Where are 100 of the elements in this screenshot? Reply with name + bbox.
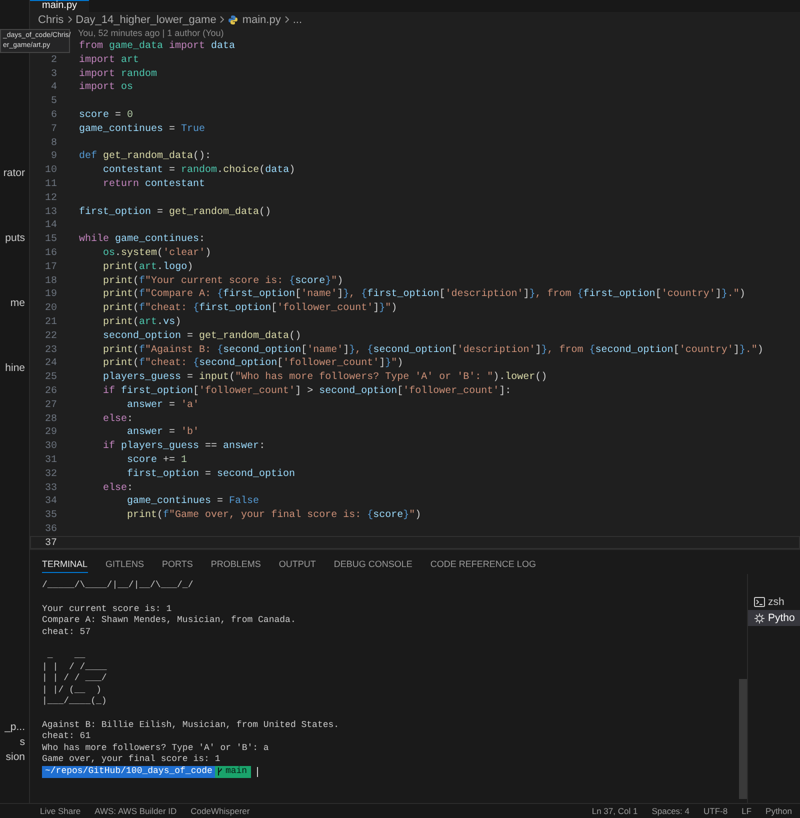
status-item[interactable]: Live Share bbox=[40, 806, 81, 816]
panel-tab[interactable]: PROBLEMS bbox=[210, 556, 261, 574]
file-item[interactable]: rator bbox=[3, 167, 25, 179]
line-number: 12 bbox=[44, 192, 58, 204]
code-line: print(f"Against B: {second_option['name']}, {second_option['description']}, from {second_option['country']}.") bbox=[102, 344, 764, 356]
line-number: 28 bbox=[44, 412, 58, 424]
chevron-icon bbox=[68, 16, 72, 23]
line-number: 17 bbox=[44, 260, 58, 273]
line-number: 7 bbox=[50, 122, 58, 135]
panel-tab[interactable]: PORTS bbox=[162, 556, 193, 574]
code-line: return contestant bbox=[102, 178, 206, 190]
prompt-branch: main bbox=[215, 766, 252, 778]
line-number: 32 bbox=[44, 468, 58, 480]
terminal-output-line: /_____/\____/|__/|__/\___/_/ bbox=[42, 580, 194, 592]
code-line: score = 0 bbox=[79, 108, 134, 121]
code-line: print(f"Your current score is: {score}") bbox=[102, 274, 344, 286]
breadcrumb-item[interactable]: ... bbox=[292, 14, 302, 26]
status-item[interactable]: Spaces: 4 bbox=[652, 806, 690, 816]
status-item[interactable]: CodeWhisperer bbox=[190, 806, 250, 816]
line-number: 8 bbox=[50, 136, 58, 148]
line-number: 20 bbox=[44, 302, 58, 314]
gear-icon bbox=[754, 612, 765, 624]
line-number: 37 bbox=[44, 536, 58, 548]
terminal-output-line: Who has more followers? Type 'A' or 'B': a bbox=[42, 742, 270, 754]
file-item[interactable]: _p... bbox=[4, 721, 25, 733]
status-item[interactable]: Ln 37, Col 1 bbox=[592, 806, 638, 816]
file-item[interactable]: puts bbox=[5, 232, 25, 244]
line-number: 10 bbox=[44, 164, 58, 176]
code-line: first_option = get_random_data() bbox=[79, 206, 272, 218]
panel-tab[interactable]: GITLENS bbox=[106, 556, 144, 574]
terminal-output-line: Compare A: Shawn Mendes, Musician, from Canada. bbox=[42, 615, 297, 627]
code-line: print(f"cheat: {first_option['follower_count']}") bbox=[102, 302, 398, 314]
status-item[interactable]: LF bbox=[742, 806, 752, 816]
line-number: 29 bbox=[44, 426, 58, 438]
line-number: 22 bbox=[44, 330, 58, 342]
code-line: import art bbox=[79, 54, 140, 66]
file-item[interactable]: sion bbox=[6, 751, 25, 763]
status-item[interactable]: Python bbox=[766, 806, 792, 816]
line-number: 15 bbox=[44, 233, 58, 245]
code-line: print(art.vs) bbox=[102, 316, 182, 328]
code-line: if players_guess == answer: bbox=[102, 440, 266, 452]
text-cursor bbox=[257, 766, 258, 777]
line-number: 19 bbox=[44, 288, 58, 300]
line-number: 9 bbox=[50, 150, 58, 162]
file-item[interactable]: s bbox=[20, 736, 25, 748]
line-number: 31 bbox=[44, 454, 58, 466]
code-line: import os bbox=[79, 81, 134, 94]
line-number: 6 bbox=[50, 108, 58, 121]
branch-icon bbox=[217, 767, 224, 776]
file-item[interactable]: me bbox=[10, 297, 25, 309]
breadcrumb-item[interactable]: main.py bbox=[242, 14, 281, 26]
line-number: 5 bbox=[50, 95, 58, 107]
code-line: print(f"cheat: {second_option['follower_count']}") bbox=[102, 357, 404, 370]
terminal-output-line: | | / /____ bbox=[42, 662, 108, 674]
line-number: 30 bbox=[44, 440, 58, 452]
line-number: 3 bbox=[50, 68, 58, 80]
line-number: 25 bbox=[44, 371, 58, 383]
code-line: import random bbox=[79, 68, 158, 80]
blame-annotation[interactable]: You, 52 minutes ago | 1 author (You) bbox=[78, 28, 224, 38]
terminal-output-line: |___/____(_) bbox=[42, 696, 108, 708]
status-item[interactable]: UTF-8 bbox=[704, 806, 728, 816]
line-number: 27 bbox=[44, 398, 58, 411]
terminal-output-line: Your current score is: 1 bbox=[42, 604, 173, 616]
panel-tab[interactable]: TERMINAL bbox=[42, 556, 88, 574]
line-number: 13 bbox=[44, 206, 58, 218]
terminal-output-line: | | / / ___/ bbox=[42, 673, 108, 685]
line-number: 23 bbox=[44, 344, 58, 356]
status-item[interactable]: AWS: AWS Builder ID bbox=[94, 806, 177, 816]
code-line: from game_data import data bbox=[79, 40, 236, 52]
line-number: 33 bbox=[44, 482, 58, 494]
code-line: first_option = second_option bbox=[126, 468, 296, 480]
code-line: else: bbox=[102, 482, 134, 494]
file-item[interactable]: hine bbox=[5, 362, 25, 374]
code-line: print(art.logo) bbox=[102, 260, 194, 273]
panel-tab[interactable]: OUTPUT bbox=[278, 556, 316, 574]
python-file-icon bbox=[228, 14, 238, 24]
terminal-item[interactable]: zsh bbox=[748, 594, 800, 610]
terminal-item[interactable]: Pytho bbox=[748, 610, 800, 626]
scrollbar-thumb[interactable] bbox=[739, 679, 747, 799]
editor-tab[interactable]: main.py bbox=[30, 0, 90, 12]
line-number: 21 bbox=[44, 316, 58, 328]
code-line: print(f"Compare A: {first_option['name']}, {first_option['description']}, from {first_option['country']}.") bbox=[102, 288, 746, 300]
code-line: players_guess = input("Who has more followers? Type 'A' or 'B': ").lower() bbox=[102, 371, 548, 383]
code-line: second_option = get_random_data() bbox=[102, 330, 302, 342]
code-line: print(f"Game over, your final score is: {score}") bbox=[126, 509, 422, 521]
chevron-icon bbox=[220, 16, 224, 23]
line-number: 11 bbox=[44, 178, 58, 190]
terminal-output-line: cheat: 57 bbox=[42, 626, 92, 638]
panel-tab[interactable]: CODE REFERENCE LOG bbox=[430, 556, 536, 574]
line-number: 35 bbox=[44, 509, 58, 521]
code-line: game_continues = False bbox=[126, 495, 260, 508]
breadcrumb-item[interactable]: Day_14_higher_lower_game bbox=[76, 14, 216, 26]
breadcrumb-item[interactable]: Chris bbox=[38, 14, 64, 26]
panel-tab[interactable]: DEBUG CONSOLE bbox=[334, 556, 412, 574]
terminal-output-line: _ __ bbox=[46, 650, 86, 662]
line-number: 24 bbox=[44, 357, 58, 370]
code-line: score += 1 bbox=[126, 454, 188, 466]
line-number: 14 bbox=[44, 219, 58, 232]
code-line: answer = 'a' bbox=[126, 398, 200, 411]
line-number: 4 bbox=[50, 81, 58, 94]
